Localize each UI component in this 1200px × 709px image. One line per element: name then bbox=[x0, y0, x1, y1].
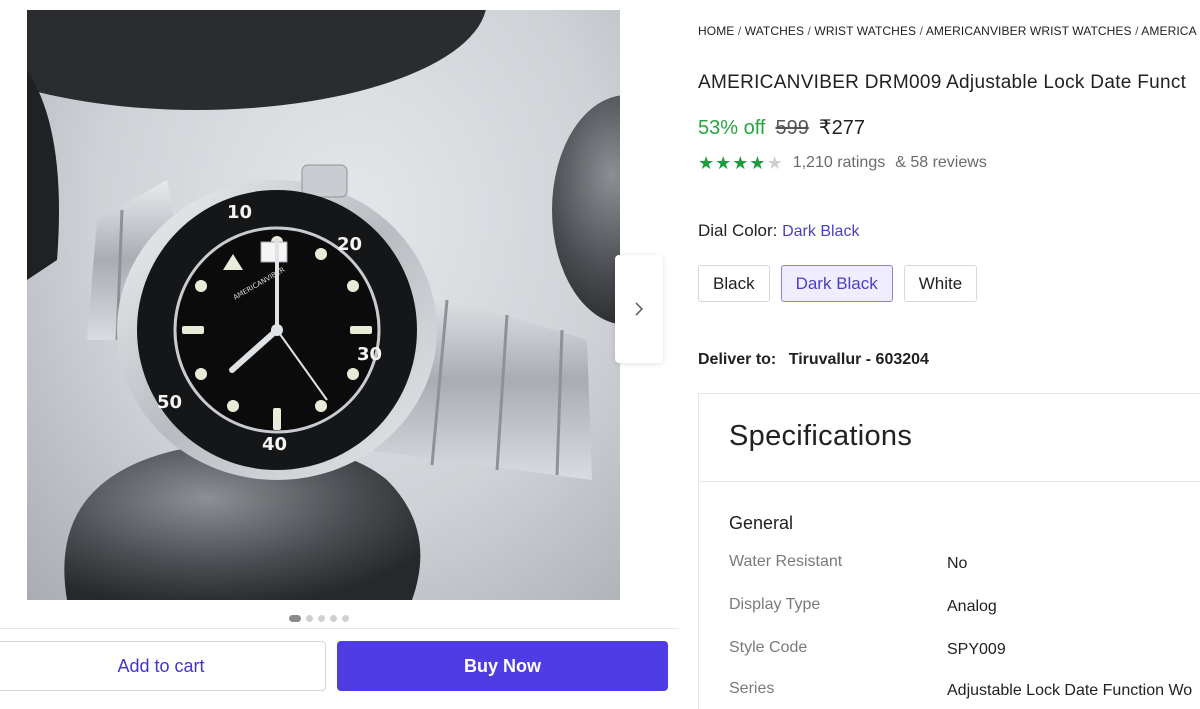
star-icon: ★ bbox=[732, 153, 749, 173]
ratings-count[interactable]: 1,210 ratings bbox=[793, 154, 886, 172]
breadcrumb-wrist-watches[interactable]: WRIST WATCHES bbox=[814, 24, 916, 38]
star-icon: ★ bbox=[715, 153, 732, 173]
breadcrumb-current[interactable]: AMERICA bbox=[1141, 24, 1196, 38]
spec-value: Adjustable Lock Date Function Wo bbox=[947, 682, 1193, 699]
carousel-dot[interactable] bbox=[318, 615, 325, 622]
rating-stars: ★ ★ ★ ★ ★ bbox=[698, 154, 783, 172]
spec-key: Series bbox=[729, 680, 775, 697]
star-empty-icon: ★ bbox=[766, 153, 783, 173]
product-page: AMERICANVIBER 10 20 30 40 50 Add to cart… bbox=[0, 0, 1200, 709]
carousel-dot[interactable] bbox=[306, 615, 313, 622]
deliver-to-label: Deliver to: bbox=[698, 351, 777, 368]
svg-text:40: 40 bbox=[262, 434, 287, 455]
dial-color-selected: Dark Black bbox=[782, 223, 860, 240]
dial-color-heading: Dial Color: bbox=[698, 221, 778, 240]
spec-key: Style Code bbox=[729, 639, 808, 656]
original-price: 599 bbox=[775, 117, 809, 139]
carousel-next-button[interactable] bbox=[615, 255, 663, 363]
breadcrumb: HOME / WATCHES / WRIST WATCHES / AMERICA… bbox=[698, 24, 1197, 38]
color-option-black[interactable]: Black bbox=[698, 265, 770, 302]
svg-text:30: 30 bbox=[357, 344, 382, 365]
selling-price: ₹277 bbox=[818, 117, 865, 139]
svg-text:10: 10 bbox=[227, 202, 252, 223]
spec-group-title: General bbox=[729, 513, 794, 533]
add-to-cart-button[interactable]: Add to cart bbox=[0, 641, 326, 691]
star-icon: ★ bbox=[749, 153, 766, 173]
delivery-pincode[interactable]: Tiruvallur - 603204 bbox=[789, 351, 929, 368]
spec-key: Water Resistant bbox=[729, 553, 843, 570]
breadcrumb-watches[interactable]: WATCHES bbox=[745, 24, 804, 38]
spec-value: Analog bbox=[947, 598, 997, 615]
svg-text:20: 20 bbox=[337, 234, 362, 255]
specifications-card: Specifications General Water Resistant N… bbox=[698, 393, 1200, 709]
breadcrumb-home[interactable]: HOME bbox=[698, 24, 734, 38]
svg-text:50: 50 bbox=[157, 392, 182, 413]
dial-color-label: Dial Color: Dark Black bbox=[698, 221, 859, 241]
color-option-dark-black[interactable]: Dark Black bbox=[780, 265, 893, 302]
spec-value: No bbox=[947, 555, 968, 572]
product-title: AMERICANVIBER DRM009 Adjustable Lock Dat… bbox=[698, 72, 1187, 93]
rating-row[interactable]: ★ ★ ★ ★ ★ 1,210 ratings & 58 reviews bbox=[698, 154, 987, 172]
dial-color-options: Black Dark Black White bbox=[698, 265, 978, 302]
breadcrumb-separator: / bbox=[737, 24, 745, 38]
specifications-title: Specifications bbox=[729, 420, 913, 452]
carousel-dot[interactable] bbox=[330, 615, 337, 622]
reviews-count[interactable]: & 58 reviews bbox=[895, 154, 987, 172]
carousel-indicator bbox=[289, 615, 349, 622]
spec-value: SPY009 bbox=[947, 641, 1006, 658]
action-bar: Add to cart Buy Now bbox=[0, 628, 679, 700]
watch-photo: AMERICANVIBER 10 20 30 40 50 bbox=[27, 10, 620, 600]
breadcrumb-brand-watches[interactable]: AMERICANVIBER WRIST WATCHES bbox=[926, 24, 1132, 38]
carousel-dot[interactable] bbox=[342, 615, 349, 622]
color-option-white[interactable]: White bbox=[903, 265, 978, 302]
discount-percent: 53% off bbox=[698, 117, 766, 139]
chevron-right-icon bbox=[635, 302, 644, 316]
delivery-location[interactable]: Deliver to: Tiruvallur - 603204 bbox=[698, 351, 929, 369]
carousel-dot[interactable] bbox=[289, 615, 301, 622]
star-icon: ★ bbox=[698, 153, 715, 173]
divider bbox=[699, 481, 1200, 482]
price-row: 53% off 599 ₹277 bbox=[698, 115, 865, 140]
spec-key: Display Type bbox=[729, 596, 821, 613]
buy-now-button[interactable]: Buy Now bbox=[337, 641, 668, 691]
product-image[interactable]: AMERICANVIBER 10 20 30 40 50 bbox=[27, 10, 620, 600]
